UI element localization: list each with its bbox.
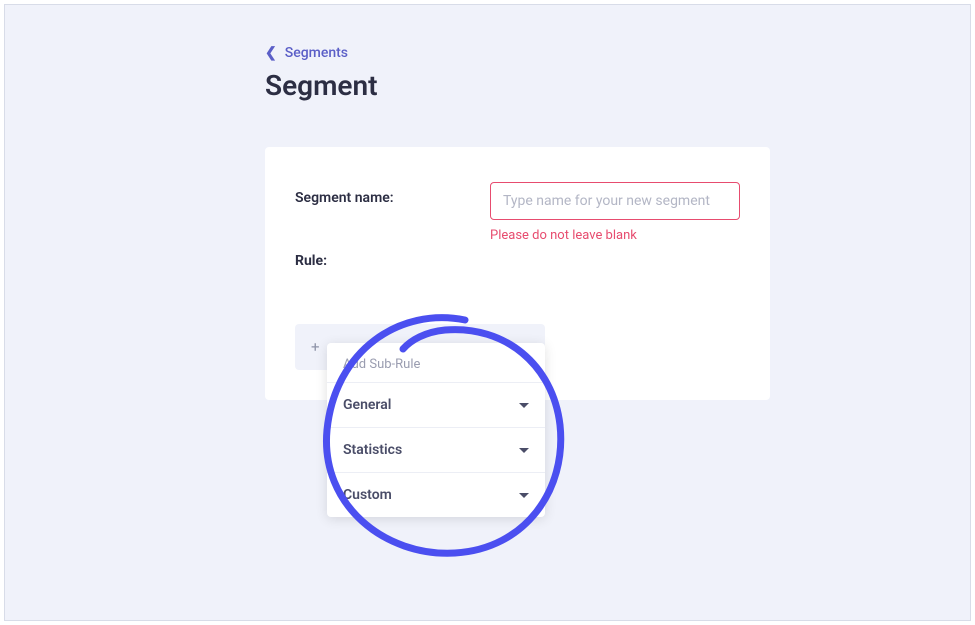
chevron-left-icon: ❮ bbox=[265, 45, 277, 61]
segment-name-error: Please do not leave blank bbox=[490, 228, 740, 243]
breadcrumb-back[interactable]: ❮ Segments bbox=[265, 45, 970, 61]
segment-name-input[interactable] bbox=[490, 182, 740, 220]
caret-down-icon bbox=[519, 493, 529, 498]
breadcrumb-label: Segments bbox=[285, 45, 348, 61]
dropdown-header: Add Sub-Rule bbox=[327, 343, 545, 382]
page-title: Segment bbox=[265, 69, 970, 102]
rule-label: Rule: bbox=[295, 253, 740, 269]
dropdown-item-label: General bbox=[343, 397, 391, 413]
caret-down-icon bbox=[519, 448, 529, 453]
dropdown-item-label: Custom bbox=[343, 487, 392, 503]
plus-icon: + bbox=[311, 338, 320, 356]
dropdown-item-statistics[interactable]: Statistics bbox=[327, 427, 545, 472]
dropdown-item-label: Statistics bbox=[343, 442, 402, 458]
segment-name-label: Segment name: bbox=[295, 182, 490, 206]
caret-down-icon bbox=[519, 403, 529, 408]
dropdown-item-general[interactable]: General bbox=[327, 382, 545, 427]
dropdown-item-custom[interactable]: Custom bbox=[327, 472, 545, 517]
sub-rule-dropdown: Add Sub-Rule General Statistics Custom bbox=[327, 343, 545, 517]
